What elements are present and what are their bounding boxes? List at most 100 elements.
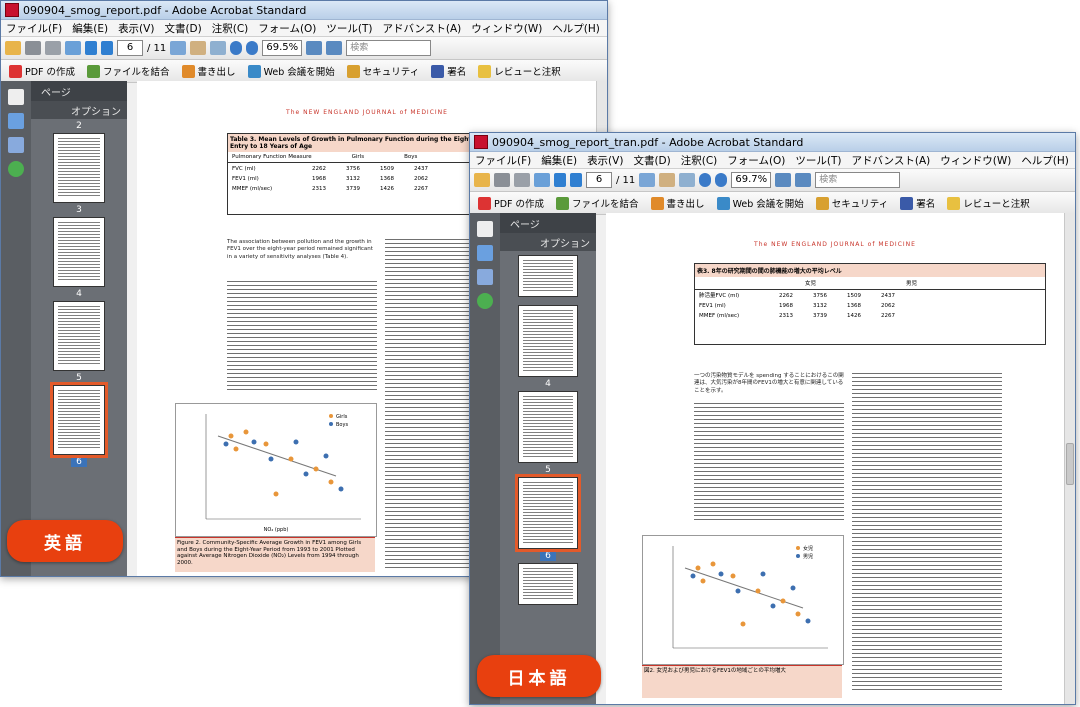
help-icon[interactable] [477,293,493,309]
zoom-out-icon[interactable] [699,173,712,187]
search-input[interactable]: 検索 [815,172,901,188]
export-icon [650,196,664,210]
sign-button[interactable]: 署名 [896,196,939,210]
girls-point [795,611,801,617]
menu-view[interactable]: 表示(V) [113,21,159,36]
combine-files-button[interactable]: ファイルを結合 [552,196,643,210]
fit-page-icon[interactable] [306,41,323,55]
menu-edit[interactable]: 編集(E) [67,21,113,36]
pages-icon[interactable] [477,221,493,237]
tasks-toolbar: PDF の作成 ファイルを結合 書き出し Web 会議を開始 セキュリティ 署名… [470,192,1075,215]
girls-point [710,561,716,567]
zoom-in-icon[interactable] [246,41,259,55]
menu-tools[interactable]: ツール(T) [790,153,846,168]
girls-point [755,588,761,594]
menu-help[interactable]: ヘルプ(H) [547,21,605,36]
email-icon[interactable] [534,173,550,187]
page-thumbnail[interactable] [518,255,578,297]
zoom-in-icon[interactable] [715,173,728,187]
pages-icon[interactable] [8,89,24,105]
menu-advanced[interactable]: アドバンスト(A) [378,21,467,36]
web-meeting-button[interactable]: Web 会議を開始 [713,196,808,210]
zoom-tool-icon[interactable] [210,41,227,55]
page-thumbnail[interactable] [518,563,578,605]
menu-advanced[interactable]: アドバンスト(A) [847,153,936,168]
hand-tool-icon[interactable] [190,41,207,55]
japanese-acrobat-window[interactable]: 090904_smog_report_tran.pdf - Adobe Acro… [469,132,1076,705]
fit-page-icon[interactable] [775,173,792,187]
sign-button[interactable]: 署名 [427,64,470,78]
fit-width-icon[interactable] [326,41,343,55]
menu-edit[interactable]: 編集(E) [536,153,582,168]
menu-comments[interactable]: 注釈(C) [207,21,254,36]
review-comment-button[interactable]: レビューと注釈 [943,196,1034,210]
scrollbar-thumb[interactable] [1066,443,1074,485]
page-thumbnail-selected[interactable] [50,382,108,458]
page-thumbnail[interactable] [53,217,105,287]
create-pdf-button[interactable]: PDF の作成 [5,64,79,78]
select-tool-icon[interactable] [639,173,656,187]
hand-tool-icon[interactable] [659,173,676,187]
table-row: 肺活量FVC (ml) 2262 3756 1509 2437 [699,293,895,299]
combine-files-button[interactable]: ファイルを結合 [83,64,174,78]
menu-document[interactable]: 文書(D) [159,21,206,36]
previous-page-icon[interactable] [554,173,566,187]
menu-tools[interactable]: ツール(T) [321,21,377,36]
print-icon[interactable] [494,173,510,187]
zoom-tool-icon[interactable] [679,173,696,187]
menu-file[interactable]: ファイル(F) [1,21,67,36]
next-page-icon[interactable] [101,41,113,55]
security-button[interactable]: セキュリティ [343,64,423,78]
page-thumbnail[interactable] [518,391,578,463]
menu-forms[interactable]: フォーム(O) [253,21,321,36]
menu-window[interactable]: ウィンドウ(W) [466,21,547,36]
help-icon[interactable] [8,161,24,177]
legend-boys-marker [329,422,333,426]
page-number-input[interactable]: 6 [586,172,612,188]
save-icon[interactable] [45,41,61,55]
page-thumbnail[interactable] [53,301,105,371]
vertical-scrollbar[interactable] [1064,213,1075,704]
open-folder-icon[interactable] [474,173,490,187]
export-button[interactable]: 書き出し [647,196,709,210]
export-button[interactable]: 書き出し [178,64,240,78]
menu-file[interactable]: ファイル(F) [470,153,536,168]
create-pdf-button[interactable]: PDF の作成 [474,196,548,210]
page-thumbnail-selected[interactable] [515,474,581,552]
menu-help[interactable]: ヘルプ(H) [1016,153,1074,168]
thumb-label: 4 [76,289,82,299]
options-menu[interactable]: オプション [31,101,127,119]
search-input[interactable]: 検索 [346,40,432,56]
menu-comments[interactable]: 注釈(C) [676,153,723,168]
title-bar[interactable]: 090904_smog_report.pdf - Adobe Acrobat S… [1,1,607,20]
boys-point [268,456,274,462]
bookmarks-icon[interactable] [477,245,493,261]
menu-document[interactable]: 文書(D) [628,153,675,168]
scatter-chart: 女児 男児 [642,535,844,665]
options-menu[interactable]: オプション [500,233,596,251]
page-number-input[interactable]: 6 [117,40,143,56]
review-comment-button[interactable]: レビューと注釈 [474,64,565,78]
signatures-icon[interactable] [8,137,24,153]
web-meeting-button[interactable]: Web 会議を開始 [244,64,339,78]
zoom-level-input[interactable]: 69.7% [731,172,772,188]
select-tool-icon[interactable] [170,41,187,55]
menu-view[interactable]: 表示(V) [582,153,628,168]
title-bar[interactable]: 090904_smog_report_tran.pdf - Adobe Acro… [470,133,1075,152]
page-thumbnail[interactable] [518,305,578,377]
menu-forms[interactable]: フォーム(O) [722,153,790,168]
security-button[interactable]: セキュリティ [812,196,892,210]
email-icon[interactable] [65,41,81,55]
open-folder-icon[interactable] [5,41,21,55]
print-icon[interactable] [25,41,41,55]
zoom-out-icon[interactable] [230,41,243,55]
next-page-icon[interactable] [570,173,582,187]
fit-width-icon[interactable] [795,173,812,187]
zoom-level-input[interactable]: 69.5% [262,40,303,56]
signatures-icon[interactable] [477,269,493,285]
page-thumbnail[interactable] [53,133,105,203]
previous-page-icon[interactable] [85,41,97,55]
menu-window[interactable]: ウィンドウ(W) [935,153,1016,168]
bookmarks-icon[interactable] [8,113,24,129]
save-icon[interactable] [514,173,530,187]
